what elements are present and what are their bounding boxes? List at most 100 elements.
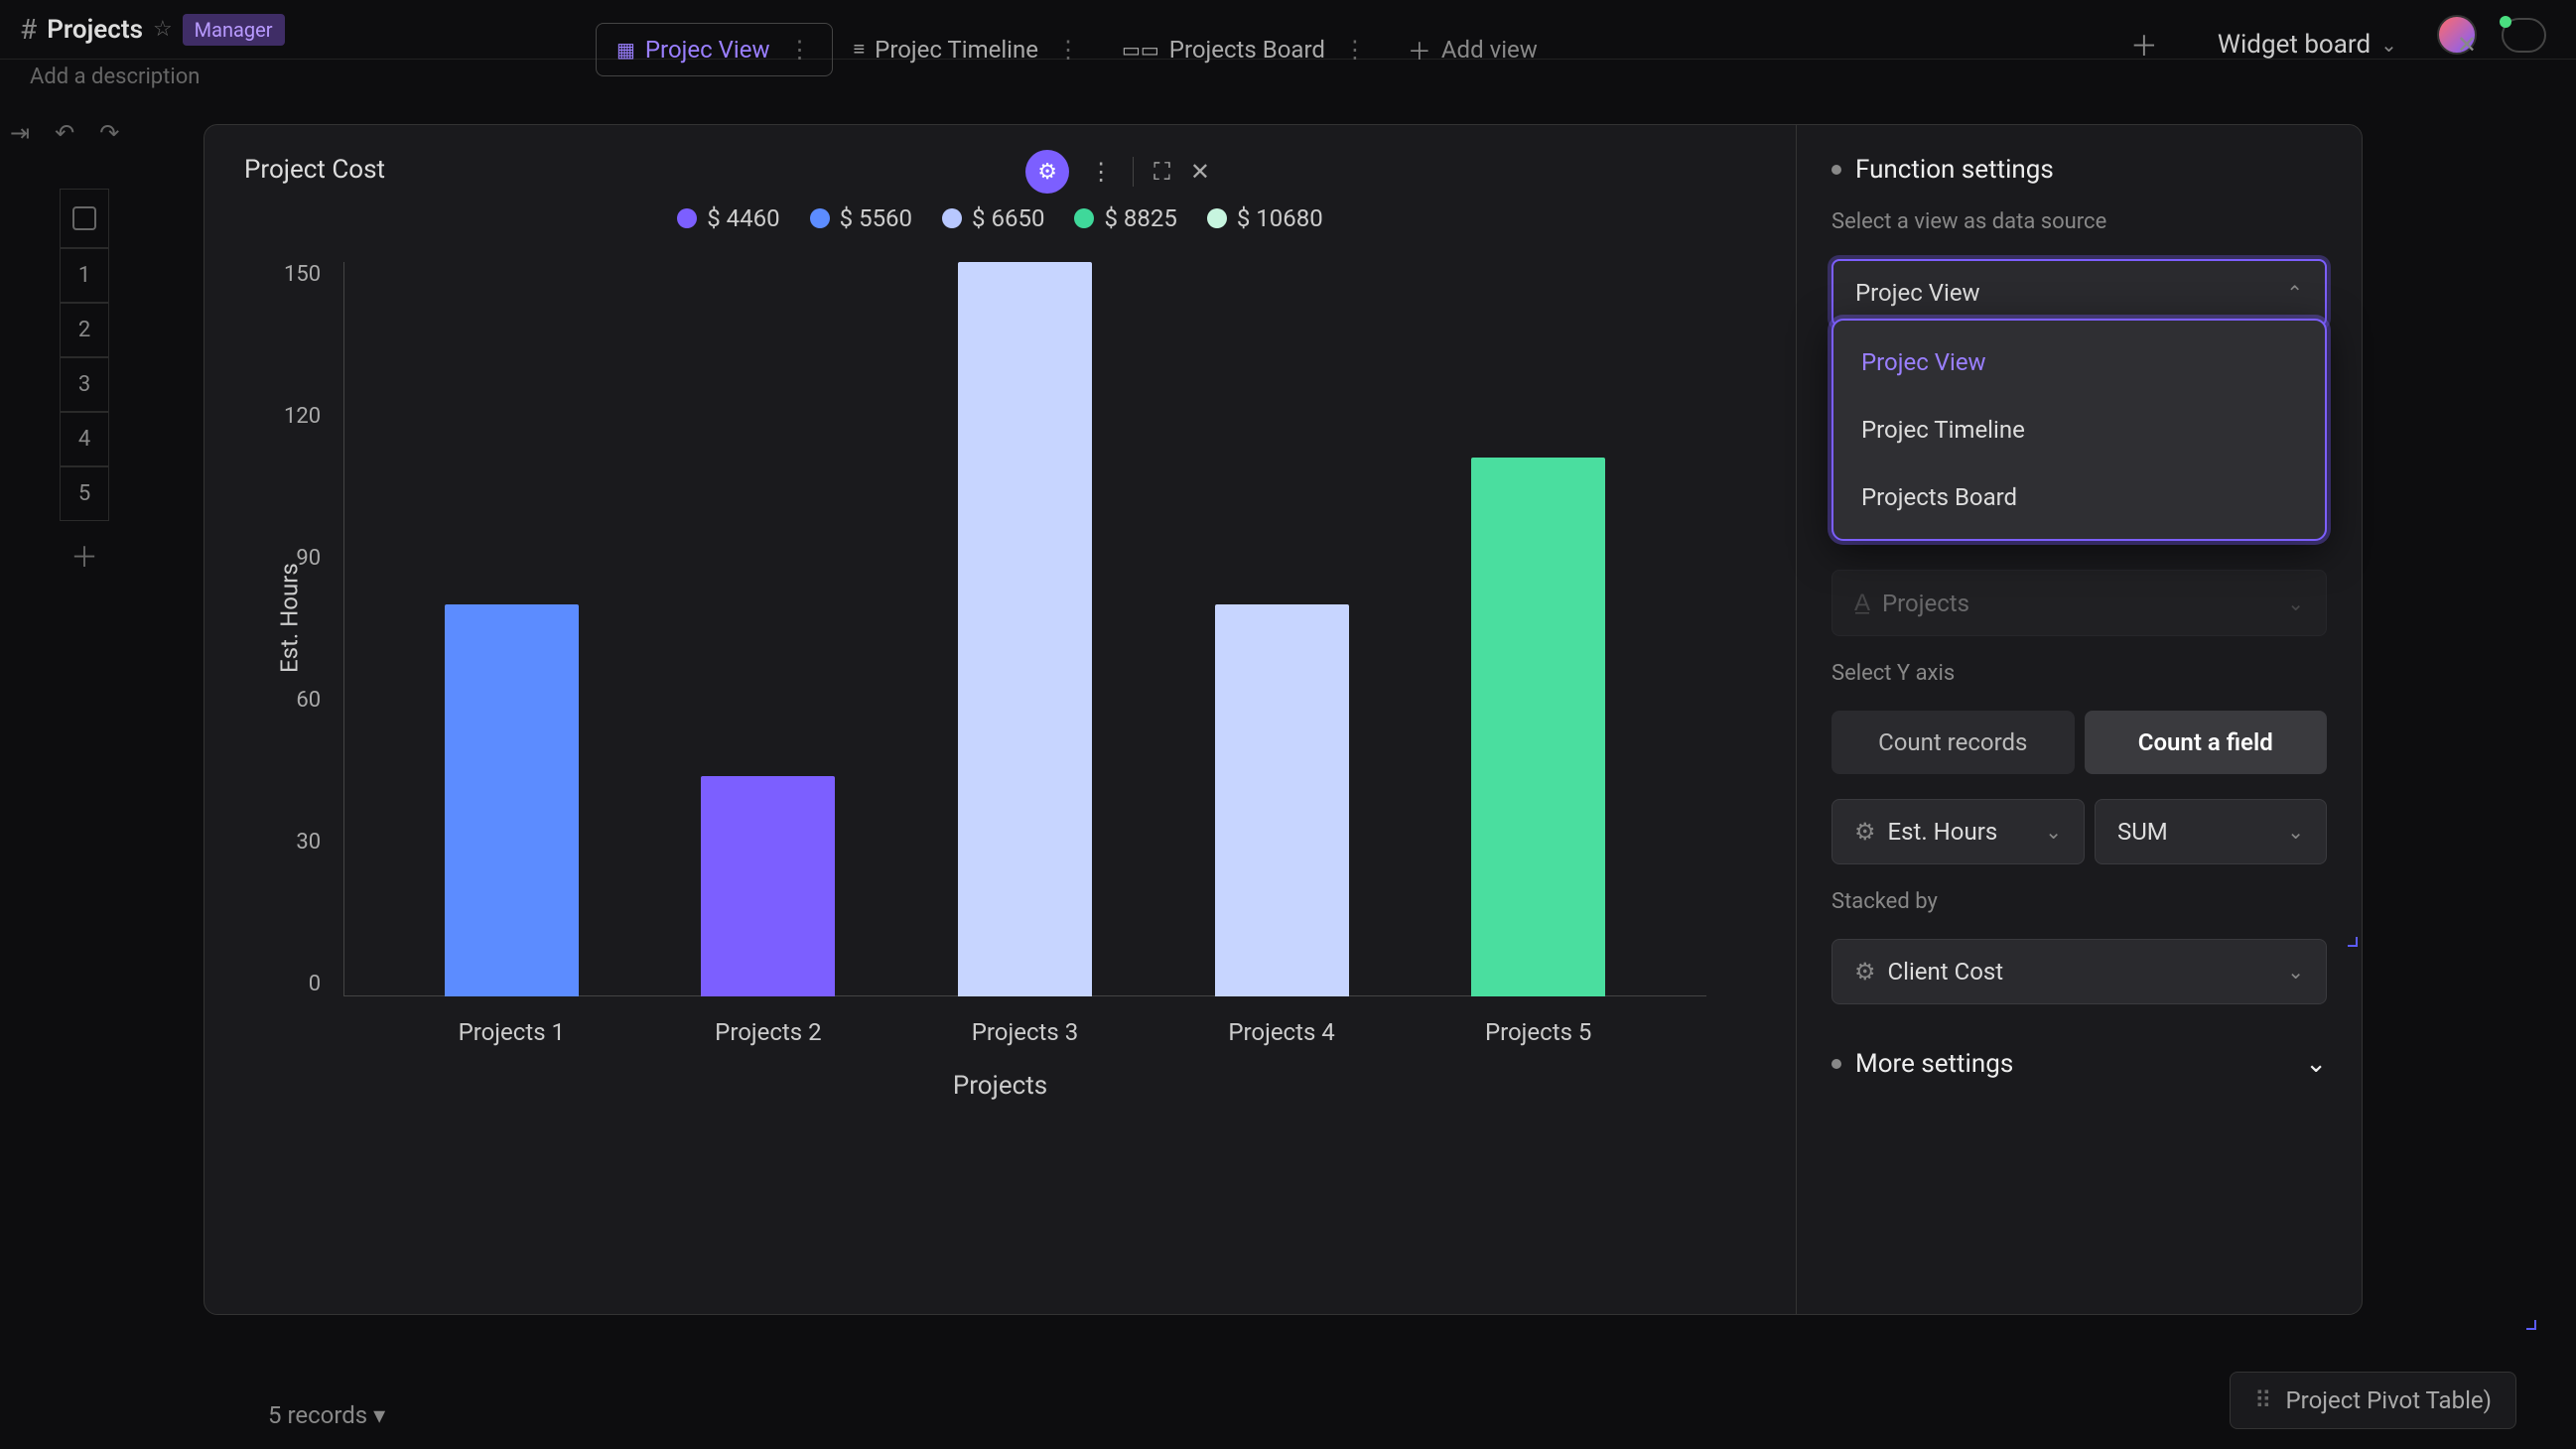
tab-label: Projec View xyxy=(645,36,770,64)
select-value: SUM xyxy=(2117,818,2168,846)
tab-projec-timeline[interactable]: ≡ Projec Timeline ⋮ xyxy=(833,23,1102,76)
section-label: More settings xyxy=(1855,1049,2013,1079)
select-value: Projects xyxy=(1882,590,1969,617)
tab-projects-board[interactable]: ▭▭ Projects Board ⋮ xyxy=(1101,23,1388,76)
legend-dot-icon xyxy=(1074,208,1094,228)
x-tick-label: Projects 4 xyxy=(1228,1018,1334,1046)
chevron-down-icon: ⌄ xyxy=(2287,820,2304,844)
grid-icon: ▦ xyxy=(616,38,635,62)
role-badge: Manager xyxy=(183,14,285,46)
expand-sidebar-icon[interactable]: ⇥ xyxy=(10,119,30,147)
more-menu-icon[interactable]: ⋮ xyxy=(1089,158,1113,186)
cloud-sync-icon[interactable] xyxy=(2502,18,2546,53)
stacked-by-label: Stacked by xyxy=(1831,889,2327,914)
add-widget-button[interactable]: ＋ xyxy=(2130,25,2158,65)
legend-item: $ 6650 xyxy=(942,204,1044,232)
y-tick: 150 xyxy=(284,262,321,287)
star-icon[interactable]: ☆ xyxy=(153,17,173,42)
chevron-down-icon: ⌄ xyxy=(2287,960,2304,984)
tab-menu-icon[interactable]: ⋮ xyxy=(1343,36,1367,64)
tab-menu-icon[interactable]: ⋮ xyxy=(788,36,812,64)
chart-modal: Project Cost ⚙ ⋮ ⛶ ✕ $ 4460 $ 5560 $ 665… xyxy=(203,124,2363,1315)
board-icon: ▭▭ xyxy=(1122,38,1159,62)
function-settings-header: Function settings xyxy=(1831,155,2327,185)
legend-label: $ 5560 xyxy=(840,204,912,232)
legend-dot-icon xyxy=(1207,208,1227,228)
count-field-button[interactable]: Count a field xyxy=(2085,711,2328,774)
chevron-down-icon: ⌄ xyxy=(2305,1049,2327,1079)
more-settings-header[interactable]: More settings ⌄ xyxy=(1831,1049,2327,1079)
x-tick-label: Projects 3 xyxy=(972,1018,1078,1046)
add-row-button[interactable]: ＋ xyxy=(60,521,109,591)
dropdown-item-projec-view[interactable]: Projec View xyxy=(1833,329,2325,396)
stacked-by-select[interactable]: ⚙Client Cost ⌄ xyxy=(1831,939,2327,1004)
plus-icon: ＋ xyxy=(1408,32,1431,66)
close-widget-icon[interactable]: ✕ xyxy=(2457,31,2477,59)
legend-item: $ 5560 xyxy=(810,204,912,232)
expand-icon[interactable]: ⛶ xyxy=(1153,158,1170,186)
resize-handle-icon[interactable] xyxy=(2526,1320,2536,1330)
bar xyxy=(958,262,1092,996)
chart-plot: Est. Hours 150 120 90 60 30 0 Projects 1… xyxy=(343,262,1706,1056)
pivot-widget-tab[interactable]: ⠿ Project Pivot Table) xyxy=(2230,1372,2516,1429)
drag-handle-icon[interactable]: ⠿ xyxy=(2254,1386,2274,1414)
add-view-label: Add view xyxy=(1441,36,1538,64)
gear-icon: ⚙ xyxy=(1037,160,1057,185)
select-all-checkbox[interactable] xyxy=(60,189,109,248)
legend-dot-icon xyxy=(677,208,697,228)
settings-gear-button[interactable]: ⚙ xyxy=(1025,150,1069,194)
bar xyxy=(1471,458,1605,996)
text-field-icon: A̲ xyxy=(1854,589,1870,617)
tab-projec-view[interactable]: ▦ Projec View ⋮ xyxy=(596,23,833,76)
pivot-label: Project Pivot Table) xyxy=(2286,1386,2492,1414)
timeline-icon: ≡ xyxy=(854,37,866,62)
records-count[interactable]: 5 records ▾ xyxy=(268,1401,385,1429)
row-headers: 1 2 3 4 5 ＋ xyxy=(60,189,109,591)
row-number[interactable]: 5 xyxy=(60,466,109,521)
y-tick: 0 xyxy=(309,972,321,996)
row-number[interactable]: 3 xyxy=(60,357,109,412)
redo-icon[interactable]: ↷ xyxy=(99,119,119,147)
y-axis-ticks: 150 120 90 60 30 0 xyxy=(284,262,321,996)
legend-label: $ 6650 xyxy=(972,204,1044,232)
legend-item: $ 10680 xyxy=(1207,204,1323,232)
row-number[interactable]: 2 xyxy=(60,303,109,357)
chart-legend: $ 4460 $ 5560 $ 6650 $ 8825 $ 10680 xyxy=(244,204,1756,232)
x-axis-select[interactable]: A̲ Projects ⌄ xyxy=(1831,570,2327,636)
function-settings-panel: Function settings Select a view as data … xyxy=(1796,125,2362,1314)
legend-dot-icon xyxy=(942,208,962,228)
count-records-button[interactable]: Count records xyxy=(1831,711,2075,774)
y-tick: 120 xyxy=(284,404,321,429)
widget-board-label[interactable]: Widget board xyxy=(2218,30,2371,60)
dropdown-item-projec-timeline[interactable]: Projec Timeline xyxy=(1833,396,2325,463)
data-source-select[interactable]: Projec View ⌃ xyxy=(1831,259,2327,327)
y-tick: 60 xyxy=(296,688,321,713)
view-tabs: ▦ Projec View ⋮ ≡ Projec Timeline ⋮ ▭▭ P… xyxy=(596,20,1558,78)
x-axis-label: Projects xyxy=(244,1071,1756,1101)
bullet-icon xyxy=(1831,165,1841,175)
y-tick: 90 xyxy=(296,546,321,571)
row-number[interactable]: 1 xyxy=(60,248,109,303)
undo-icon[interactable]: ↶ xyxy=(55,119,74,147)
y-agg-select[interactable]: SUM ⌄ xyxy=(2095,799,2327,864)
bars-container xyxy=(343,262,1706,996)
add-view-button[interactable]: ＋ Add view xyxy=(1388,20,1558,78)
legend-dot-icon xyxy=(810,208,830,228)
chevron-up-icon: ⌃ xyxy=(2286,281,2303,305)
dropdown-item-projects-board[interactable]: Projects Board xyxy=(1833,463,2325,531)
page-title: Projects xyxy=(47,15,143,45)
tab-menu-icon[interactable]: ⋮ xyxy=(1056,36,1080,64)
y-field-select[interactable]: ⚙Est. Hours ⌄ xyxy=(1831,799,2085,864)
modal-title: Project Cost xyxy=(244,155,1756,185)
legend-label: $ 4460 xyxy=(707,204,779,232)
x-tick-label: Projects 1 xyxy=(459,1018,565,1046)
row-number[interactable]: 4 xyxy=(60,412,109,466)
y-axis-toggle: Count records Count a field xyxy=(1831,711,2327,774)
close-icon[interactable]: ✕ xyxy=(1190,158,1210,186)
chevron-down-icon: ⌄ xyxy=(2045,820,2062,844)
tab-label: Projec Timeline xyxy=(875,36,1038,64)
select-value: Projec View xyxy=(1855,279,1980,307)
resize-handle-icon[interactable] xyxy=(2348,937,2358,947)
legend-item: $ 4460 xyxy=(677,204,779,232)
chevron-down-icon: ⌄ xyxy=(2287,592,2304,615)
